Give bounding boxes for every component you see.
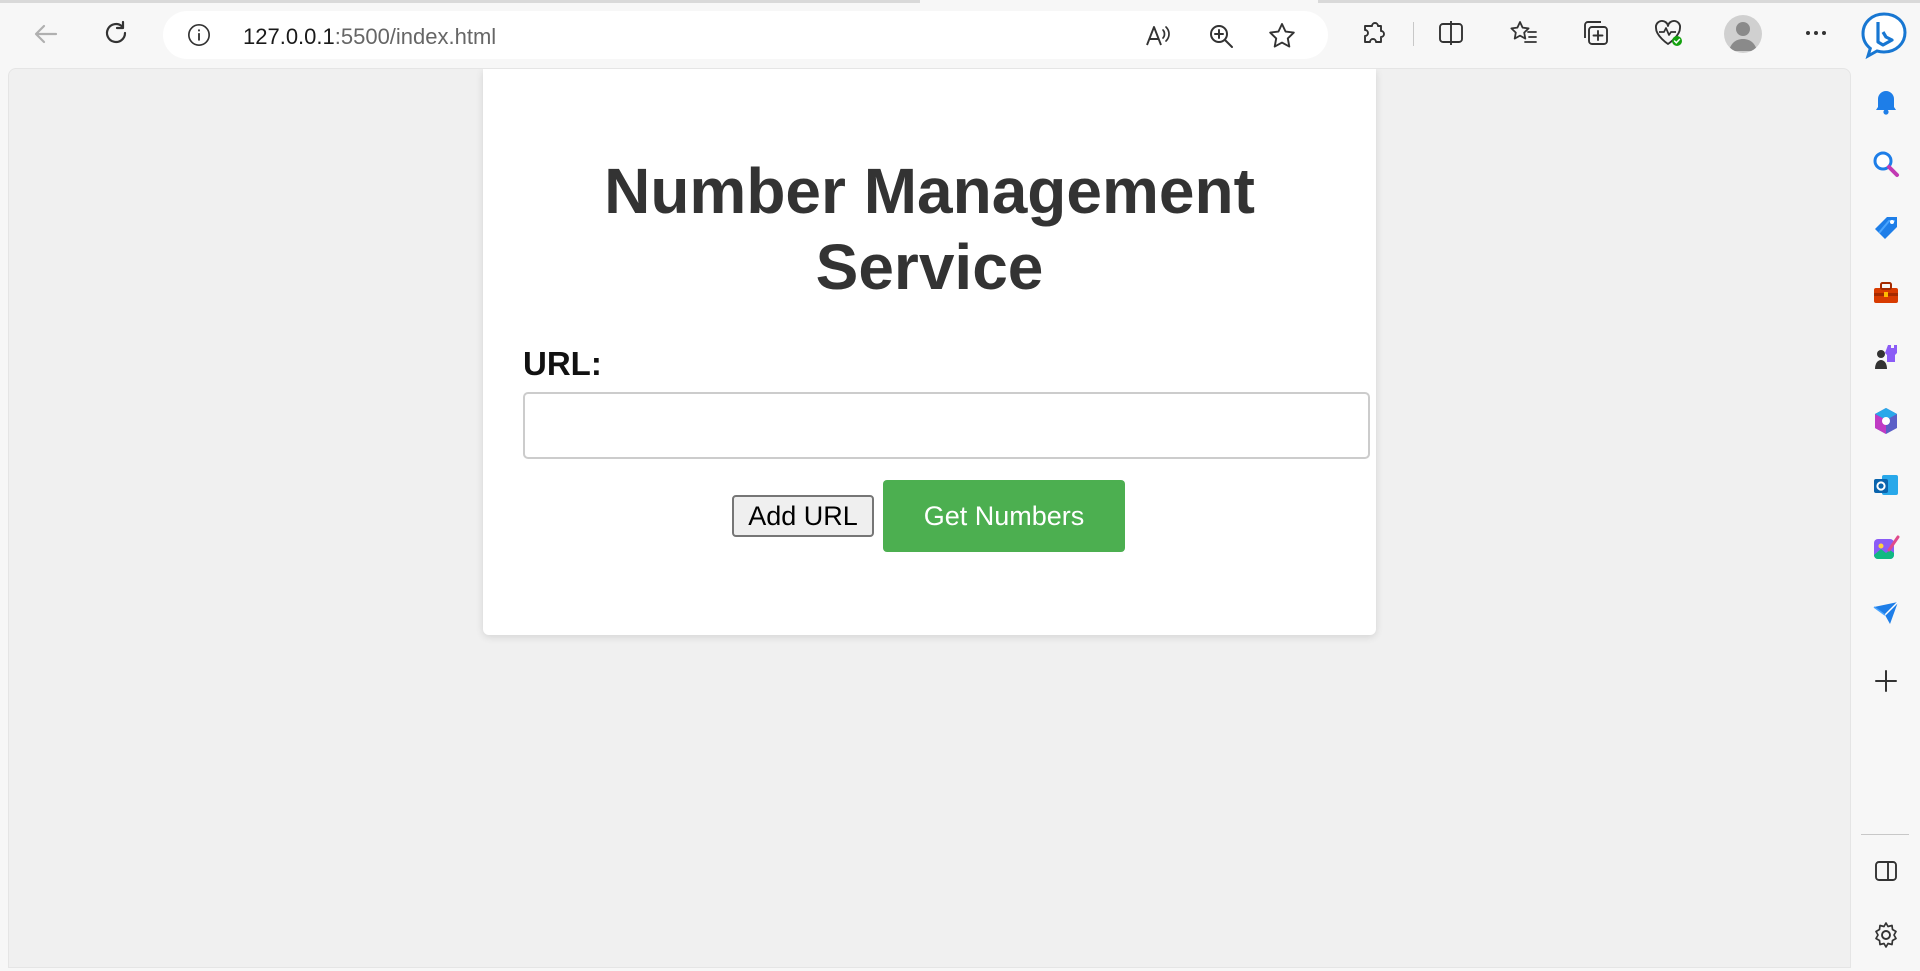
tab-edge-left bbox=[0, 0, 920, 3]
address-url[interactable]: 127.0.0.1:5500/index.html bbox=[243, 24, 496, 50]
sidebar-toggle-icon[interactable] bbox=[1869, 854, 1903, 888]
more-icon[interactable] bbox=[1798, 15, 1834, 51]
games-icon[interactable] bbox=[1869, 340, 1903, 374]
sidebar-divider bbox=[1861, 834, 1909, 835]
collections-icon[interactable] bbox=[1578, 15, 1614, 51]
settings-icon[interactable] bbox=[1869, 918, 1903, 952]
url-input[interactable] bbox=[523, 392, 1370, 459]
outlook-icon[interactable] bbox=[1869, 468, 1903, 502]
add-url-button[interactable]: Add URL bbox=[732, 495, 874, 537]
zoom-icon[interactable] bbox=[1206, 21, 1236, 51]
bell-icon[interactable] bbox=[1869, 84, 1903, 118]
tools-icon[interactable] bbox=[1869, 276, 1903, 310]
profile-avatar[interactable] bbox=[1724, 15, 1762, 53]
url-host: 127.0.0.1 bbox=[243, 24, 335, 49]
url-path: :5500/index.html bbox=[334, 24, 497, 49]
get-numbers-button[interactable]: Get Numbers bbox=[883, 480, 1125, 552]
read-aloud-icon[interactable] bbox=[1143, 21, 1173, 51]
back-button[interactable] bbox=[26, 14, 66, 54]
extensions-icon[interactable] bbox=[1356, 15, 1392, 51]
page-title: Number Management Service bbox=[604, 155, 1255, 303]
url-label: URL: bbox=[523, 345, 602, 382]
refresh-button[interactable] bbox=[96, 14, 136, 54]
split-screen-icon[interactable] bbox=[1433, 15, 1469, 51]
site-info-icon[interactable] bbox=[187, 23, 211, 47]
toolbar-divider bbox=[1413, 22, 1414, 46]
browser-toolbar: 127.0.0.1:5500/index.html bbox=[0, 0, 1920, 68]
search-icon[interactable] bbox=[1869, 147, 1903, 181]
refresh-icon bbox=[105, 20, 127, 44]
designer-icon[interactable] bbox=[1869, 532, 1903, 566]
edge-sidebar bbox=[1851, 68, 1920, 971]
main-card: Number Management Service URL: Add URL Ge… bbox=[483, 69, 1376, 635]
shopping-tag-icon[interactable] bbox=[1869, 211, 1903, 245]
browser-essentials-icon[interactable] bbox=[1650, 15, 1686, 51]
send-icon[interactable] bbox=[1869, 596, 1903, 630]
favorites-icon[interactable] bbox=[1506, 15, 1542, 51]
page-viewport: Number Management Service URL: Add URL Ge… bbox=[8, 68, 1851, 968]
tab-strip bbox=[0, 0, 1920, 4]
address-bar[interactable]: 127.0.0.1:5500/index.html bbox=[163, 11, 1328, 59]
tab-edge-right bbox=[1318, 0, 1920, 3]
user-icon bbox=[1729, 22, 1757, 51]
add-icon[interactable] bbox=[1869, 664, 1903, 698]
bing-copilot-icon[interactable] bbox=[1859, 10, 1909, 60]
microsoft-365-icon[interactable] bbox=[1869, 404, 1903, 438]
favorite-star-icon[interactable] bbox=[1267, 21, 1297, 51]
back-arrow-icon bbox=[34, 24, 58, 44]
